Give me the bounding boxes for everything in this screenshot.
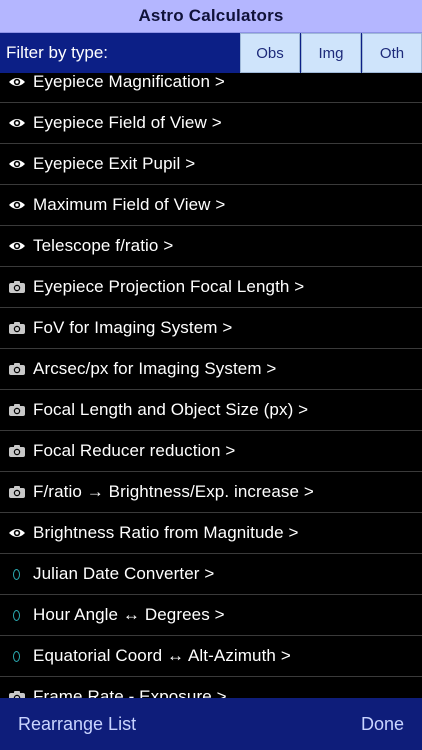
filter-img-button[interactable]: Img (301, 33, 361, 73)
eye-icon (0, 185, 33, 225)
eye-icon (0, 103, 33, 143)
list-item-label: Hour Angle ↔ Degrees > (33, 605, 225, 624)
list-item[interactable]: F/ratio → Brightness/Exp. increase > (0, 472, 422, 513)
list-item-label: Frame Rate - Exposure > (33, 687, 227, 698)
list-item[interactable]: FoV for Imaging System > (0, 308, 422, 349)
eye-icon (0, 226, 33, 266)
list-item-label: Eyepiece Magnification > (33, 73, 225, 91)
list-item-label: Maximum Field of View > (33, 195, 226, 214)
ring-icon (0, 554, 33, 594)
camera-icon (0, 677, 33, 698)
list-item-label: Equatorial Coord ↔ Alt-Azimuth > (33, 646, 291, 665)
list-item[interactable]: Eyepiece Exit Pupil > (0, 144, 422, 185)
page-title: Astro Calculators (138, 6, 284, 25)
list-item[interactable]: Eyepiece Projection Focal Length > (0, 267, 422, 308)
eye-icon (0, 144, 33, 184)
camera-icon (0, 431, 33, 471)
rearrange-list-button[interactable]: Rearrange List (18, 714, 136, 735)
list-item[interactable]: Telescope f/ratio > (0, 226, 422, 267)
list-item-label: Arcsec/px for Imaging System > (33, 359, 277, 378)
list-item[interactable]: Frame Rate - Exposure > (0, 677, 422, 698)
camera-icon (0, 390, 33, 430)
list-item-label: Brightness Ratio from Magnitude > (33, 523, 299, 542)
bottom-toolbar: Rearrange List Done (0, 698, 422, 750)
list-item[interactable]: Brightness Ratio from Magnitude > (0, 513, 422, 554)
list-item-label: F/ratio → Brightness/Exp. increase > (33, 482, 314, 501)
list-item-label: Eyepiece Exit Pupil > (33, 154, 196, 173)
list-item[interactable]: Hour Angle ↔ Degrees > (0, 595, 422, 636)
title-bar: Astro Calculators (0, 0, 422, 33)
list-item[interactable]: Julian Date Converter > (0, 554, 422, 595)
filter-obs-button[interactable]: Obs (240, 33, 300, 73)
list-item[interactable]: Arcsec/px for Imaging System > (0, 349, 422, 390)
camera-icon (0, 472, 33, 512)
eye-icon (0, 513, 33, 553)
list-item-label: Julian Date Converter > (33, 564, 215, 583)
list-item-label: Focal Reducer reduction > (33, 441, 236, 460)
list-item[interactable]: Eyepiece Field of View > (0, 103, 422, 144)
list-item[interactable]: Maximum Field of View > (0, 185, 422, 226)
filter-oth-button[interactable]: Oth (362, 33, 422, 73)
list-item-label: Eyepiece Field of View > (33, 113, 222, 132)
filter-bar: Filter by type: Obs Img Oth (0, 33, 422, 73)
list-item[interactable]: Equatorial Coord ↔ Alt-Azimuth > (0, 636, 422, 677)
camera-icon (0, 349, 33, 389)
eye-icon (0, 73, 33, 102)
camera-icon (0, 267, 33, 307)
list-item[interactable]: Focal Length and Object Size (px) > (0, 390, 422, 431)
list-item-label: Eyepiece Projection Focal Length > (33, 277, 305, 296)
list-item-label: Telescope f/ratio > (33, 236, 174, 255)
calculator-list[interactable]: Eyepiece Magnification > Eyepiece Field o… (0, 73, 422, 698)
camera-icon (0, 308, 33, 348)
ring-icon (0, 595, 33, 635)
filter-label: Filter by type: (6, 43, 109, 62)
done-button[interactable]: Done (361, 714, 404, 735)
list-item[interactable]: Eyepiece Magnification > (0, 73, 422, 103)
ring-icon (0, 636, 33, 676)
list-item-label: Focal Length and Object Size (px) > (33, 400, 309, 419)
list-item-label: FoV for Imaging System > (33, 318, 233, 337)
list-item[interactable]: Focal Reducer reduction > (0, 431, 422, 472)
